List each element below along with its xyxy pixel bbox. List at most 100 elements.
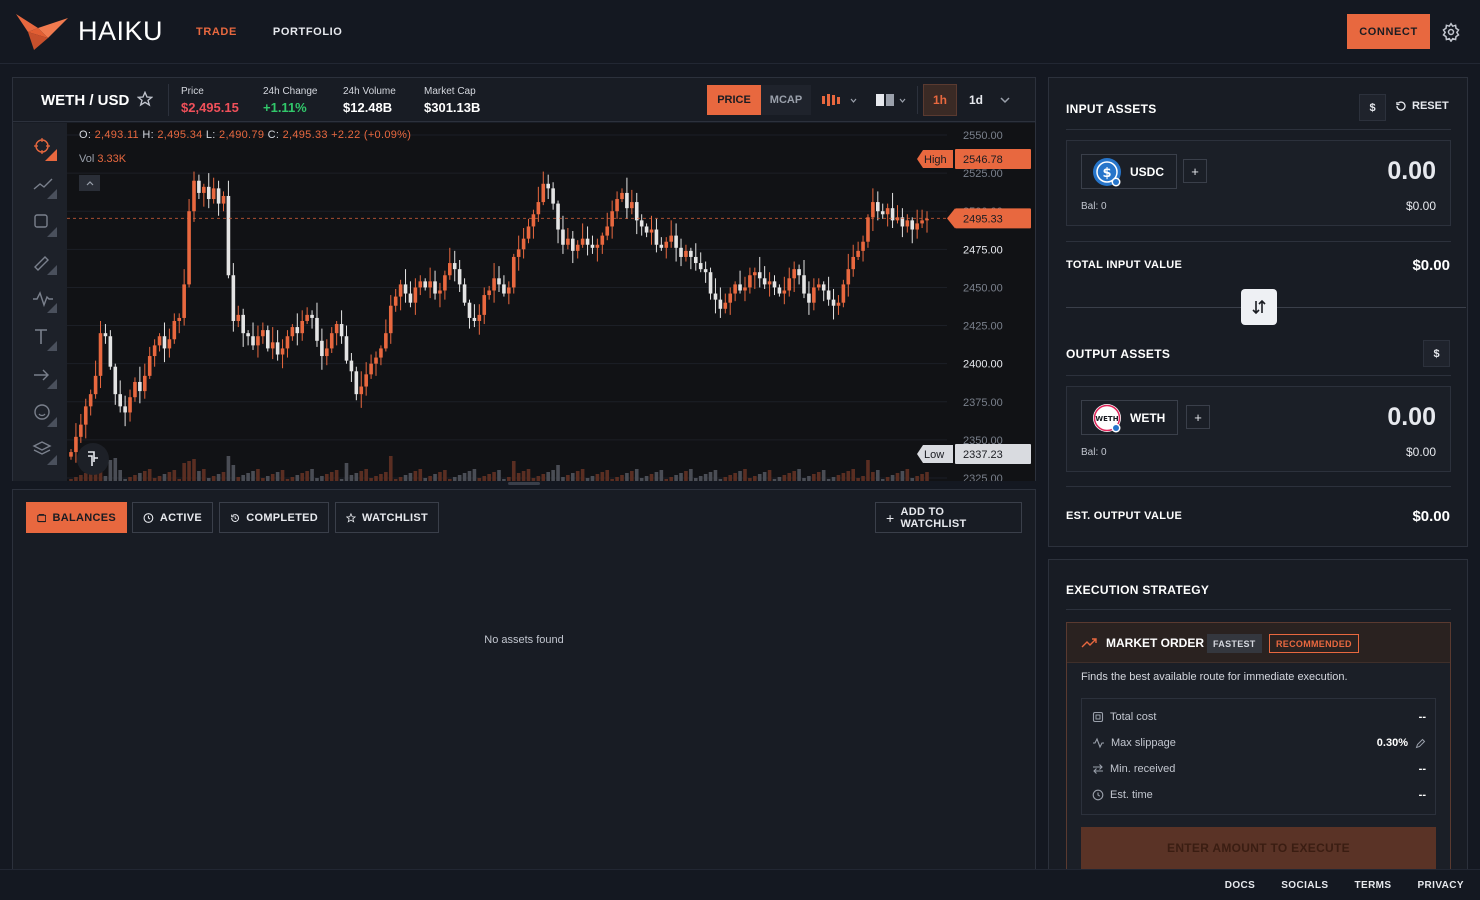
edit-pencil-icon[interactable]: [1415, 738, 1426, 749]
candle-body: [689, 250, 693, 257]
candle-body: [915, 223, 919, 230]
candle-body: [885, 208, 890, 215]
candle-body: [556, 203, 560, 230]
volume-bar: [236, 477, 241, 481]
volume-bar: [826, 479, 831, 481]
layers-icon[interactable]: [31, 439, 57, 465]
input-dollar-toggle[interactable]: $: [1359, 94, 1386, 121]
market-order-title: MARKET ORDER: [1106, 636, 1204, 650]
candle-body: [462, 284, 467, 303]
add-output-token-button[interactable]: +: [1186, 405, 1210, 429]
collapse-legend-button[interactable]: [79, 175, 100, 191]
volume-bar: [772, 479, 777, 481]
candle-body: [880, 211, 885, 215]
volume-bar: [472, 469, 477, 481]
volume-bar: [69, 479, 73, 481]
volume-bar: [497, 470, 501, 481]
detail-max-slippage: Max slippage 0.30%: [1092, 737, 1426, 749]
price-tag-value: 2495.33: [963, 213, 1003, 225]
tv-logo-icon: [88, 451, 98, 466]
market-order-card[interactable]: MARKET ORDER FASTEST RECOMMENDED Finds t…: [1066, 622, 1451, 892]
chevron-down-icon[interactable]: [999, 94, 1011, 106]
price-toggle-button[interactable]: PRICE: [707, 85, 761, 115]
arrow-tool-icon[interactable]: [31, 363, 57, 389]
candle-body: [748, 275, 752, 288]
reset-button[interactable]: RESET: [1395, 100, 1449, 112]
add-to-watchlist-button[interactable]: + ADD TO WATCHLIST: [875, 502, 1022, 533]
layout-icon[interactable]: [875, 92, 909, 108]
input-token-selector[interactable]: $ USDC: [1081, 154, 1178, 189]
timeframe-1d-button[interactable]: 1d: [961, 84, 991, 116]
brush-icon[interactable]: [31, 249, 57, 275]
tradingview-logo[interactable]: [77, 443, 109, 475]
volume-bar: [256, 469, 260, 481]
volume-bar: [639, 478, 644, 481]
rectangle-tool-icon[interactable]: [31, 211, 57, 237]
divider: [1066, 129, 1451, 130]
timeframe-1h-button[interactable]: 1h: [923, 84, 957, 116]
plus-icon: +: [886, 509, 895, 526]
candle-body: [644, 226, 649, 233]
emoji-icon[interactable]: [31, 401, 57, 427]
add-input-token-button[interactable]: +: [1183, 159, 1207, 183]
footer-link-socials[interactable]: SOCIALS: [1281, 880, 1328, 891]
volume-bar: [123, 479, 127, 481]
tab-balances[interactable]: BALANCES: [26, 502, 127, 533]
volume-bar: [689, 469, 693, 481]
candle-body: [236, 314, 241, 321]
gear-icon[interactable]: [1441, 22, 1461, 42]
candle-body: [792, 269, 796, 279]
svg-text:$: $: [1102, 166, 1111, 181]
execution-strategy-panel: EXECUTION STRATEGY MARKET ORDER FASTEST …: [1048, 559, 1468, 892]
crosshair-icon[interactable]: [31, 135, 57, 161]
footer-link-privacy[interactable]: PRIVACY: [1417, 880, 1464, 891]
tab-active[interactable]: ACTIVE: [132, 502, 213, 533]
output-token-symbol: WETH: [1130, 410, 1166, 425]
volume-bar: [226, 456, 231, 481]
star-icon[interactable]: [137, 91, 153, 107]
input-amount[interactable]: 0.00: [1387, 157, 1436, 186]
execute-button[interactable]: ENTER AMOUNT TO EXECUTE: [1081, 827, 1436, 869]
output-token-selector[interactable]: WETH WETH: [1081, 400, 1179, 435]
est-output-label: EST. OUTPUT VALUE: [1066, 510, 1183, 522]
candle-body: [772, 281, 777, 288]
candle-body: [157, 336, 162, 346]
cost-icon: [1092, 711, 1104, 723]
divider: [1066, 609, 1451, 610]
price-chart[interactable]: 2550.002525.002500.002475.002450.002425.…: [67, 123, 1035, 481]
haiku-crane-icon: [16, 14, 68, 50]
output-dollar-toggle[interactable]: $: [1423, 340, 1450, 367]
volume-bar: [221, 472, 226, 481]
candle-body: [826, 290, 831, 300]
footer-link-terms[interactable]: TERMS: [1354, 880, 1391, 891]
candle-body: [325, 348, 329, 357]
nav-portfolio[interactable]: PORTFOLIO: [273, 26, 343, 38]
trend-line-icon[interactable]: [31, 173, 57, 199]
tab-watchlist[interactable]: WATCHLIST: [335, 502, 439, 533]
nav-trade[interactable]: TRADE: [196, 26, 237, 38]
volume-bar: [556, 465, 560, 481]
candle-body: [443, 275, 447, 291]
volume-bar: [172, 470, 177, 481]
mcap-toggle-button[interactable]: MCAP: [761, 85, 811, 115]
candle-body: [507, 287, 511, 294]
volume-bar: [802, 478, 806, 481]
candle-type-icon[interactable]: [821, 92, 859, 108]
tab-completed[interactable]: COMPLETED: [219, 502, 329, 533]
text-tool-icon[interactable]: [31, 325, 57, 351]
volume-bar: [388, 456, 393, 481]
volume-bar: [462, 473, 467, 481]
candle-body: [74, 436, 78, 453]
candle-body: [561, 229, 565, 245]
candle-body: [669, 235, 673, 242]
connect-button[interactable]: CONNECT: [1347, 14, 1430, 49]
pattern-icon[interactable]: [31, 287, 57, 313]
swap-direction-button[interactable]: [1241, 289, 1277, 325]
price-tag-value: 2546.78: [963, 154, 1003, 166]
candle-body: [300, 320, 305, 334]
resize-handle[interactable]: [508, 482, 540, 485]
footer-link-docs[interactable]: DOCS: [1225, 880, 1256, 891]
candle-body: [69, 452, 73, 457]
volume-bar: [487, 474, 491, 481]
logo[interactable]: HAIKU: [14, 10, 163, 52]
